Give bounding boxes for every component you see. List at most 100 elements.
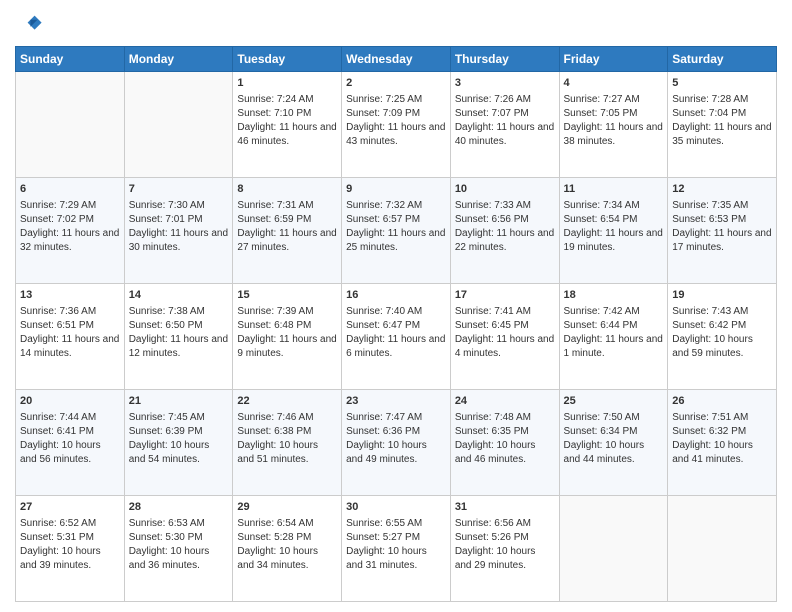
- daylight-text: Daylight: 11 hours and 30 minutes.: [129, 228, 228, 253]
- sunset-text: Sunset: 6:36 PM: [346, 426, 420, 437]
- daylight-text: Daylight: 10 hours and 56 minutes.: [20, 440, 101, 465]
- daylight-text: Daylight: 11 hours and 46 minutes.: [237, 122, 336, 147]
- sunrise-text: Sunrise: 7:46 AM: [237, 412, 313, 423]
- cell-text: Sunrise: 7:25 AM Sunset: 7:09 PM Dayligh…: [346, 93, 446, 149]
- cell-text: Sunrise: 7:41 AM Sunset: 6:45 PM Dayligh…: [455, 305, 555, 361]
- calendar-cell: 25 Sunrise: 7:50 AM Sunset: 6:34 PM Dayl…: [559, 390, 668, 496]
- day-number: 31: [455, 500, 555, 515]
- day-number: 18: [564, 288, 664, 303]
- calendar-cell: 6 Sunrise: 7:29 AM Sunset: 7:02 PM Dayli…: [16, 178, 125, 284]
- calendar-cell: 2 Sunrise: 7:25 AM Sunset: 7:09 PM Dayli…: [342, 72, 451, 178]
- calendar-cell: 29 Sunrise: 6:54 AM Sunset: 5:28 PM Dayl…: [233, 496, 342, 602]
- day-number: 16: [346, 288, 446, 303]
- calendar-cell: 24 Sunrise: 7:48 AM Sunset: 6:35 PM Dayl…: [450, 390, 559, 496]
- daylight-text: Daylight: 10 hours and 44 minutes.: [564, 440, 645, 465]
- calendar-cell: 17 Sunrise: 7:41 AM Sunset: 6:45 PM Dayl…: [450, 284, 559, 390]
- sunset-text: Sunset: 6:45 PM: [455, 320, 529, 331]
- daylight-text: Daylight: 10 hours and 46 minutes.: [455, 440, 536, 465]
- cell-text: Sunrise: 6:54 AM Sunset: 5:28 PM Dayligh…: [237, 517, 337, 573]
- sunset-text: Sunset: 5:30 PM: [129, 532, 203, 543]
- sunrise-text: Sunrise: 7:51 AM: [672, 412, 748, 423]
- daylight-text: Daylight: 11 hours and 17 minutes.: [672, 228, 771, 253]
- cell-text: Sunrise: 7:30 AM Sunset: 7:01 PM Dayligh…: [129, 199, 229, 255]
- cell-text: Sunrise: 7:34 AM Sunset: 6:54 PM Dayligh…: [564, 199, 664, 255]
- day-number: 26: [672, 394, 772, 409]
- sunrise-text: Sunrise: 7:30 AM: [129, 200, 205, 211]
- day-number: 9: [346, 182, 446, 197]
- day-number: 4: [564, 76, 664, 91]
- sunset-text: Sunset: 6:57 PM: [346, 214, 420, 225]
- day-number: 1: [237, 76, 337, 91]
- daylight-text: Daylight: 11 hours and 32 minutes.: [20, 228, 119, 253]
- sunrise-text: Sunrise: 7:27 AM: [564, 94, 640, 105]
- cell-text: Sunrise: 7:42 AM Sunset: 6:44 PM Dayligh…: [564, 305, 664, 361]
- cell-text: Sunrise: 7:26 AM Sunset: 7:07 PM Dayligh…: [455, 93, 555, 149]
- calendar-week-1: 1 Sunrise: 7:24 AM Sunset: 7:10 PM Dayli…: [16, 72, 777, 178]
- daylight-text: Daylight: 11 hours and 35 minutes.: [672, 122, 771, 147]
- sunrise-text: Sunrise: 6:55 AM: [346, 518, 422, 529]
- daylight-text: Daylight: 11 hours and 12 minutes.: [129, 334, 228, 359]
- calendar-cell: [668, 496, 777, 602]
- sunset-text: Sunset: 5:27 PM: [346, 532, 420, 543]
- calendar-cell: 22 Sunrise: 7:46 AM Sunset: 6:38 PM Dayl…: [233, 390, 342, 496]
- daylight-text: Daylight: 10 hours and 54 minutes.: [129, 440, 210, 465]
- calendar-cell: 19 Sunrise: 7:43 AM Sunset: 6:42 PM Dayl…: [668, 284, 777, 390]
- day-number: 24: [455, 394, 555, 409]
- cell-text: Sunrise: 7:48 AM Sunset: 6:35 PM Dayligh…: [455, 411, 555, 467]
- sunset-text: Sunset: 6:50 PM: [129, 320, 203, 331]
- day-number: 5: [672, 76, 772, 91]
- daylight-text: Daylight: 10 hours and 49 minutes.: [346, 440, 427, 465]
- sunrise-text: Sunrise: 6:56 AM: [455, 518, 531, 529]
- cell-text: Sunrise: 7:46 AM Sunset: 6:38 PM Dayligh…: [237, 411, 337, 467]
- sunset-text: Sunset: 6:32 PM: [672, 426, 746, 437]
- weekday-header-row: SundayMondayTuesdayWednesdayThursdayFrid…: [16, 47, 777, 72]
- cell-text: Sunrise: 7:47 AM Sunset: 6:36 PM Dayligh…: [346, 411, 446, 467]
- daylight-text: Daylight: 11 hours and 22 minutes.: [455, 228, 554, 253]
- cell-text: Sunrise: 7:51 AM Sunset: 6:32 PM Dayligh…: [672, 411, 772, 467]
- sunrise-text: Sunrise: 7:48 AM: [455, 412, 531, 423]
- weekday-header-friday: Friday: [559, 47, 668, 72]
- daylight-text: Daylight: 10 hours and 51 minutes.: [237, 440, 318, 465]
- sunset-text: Sunset: 7:10 PM: [237, 108, 311, 119]
- sunset-text: Sunset: 6:42 PM: [672, 320, 746, 331]
- sunrise-text: Sunrise: 7:50 AM: [564, 412, 640, 423]
- sunset-text: Sunset: 7:02 PM: [20, 214, 94, 225]
- daylight-text: Daylight: 11 hours and 1 minute.: [564, 334, 663, 359]
- calendar-week-3: 13 Sunrise: 7:36 AM Sunset: 6:51 PM Dayl…: [16, 284, 777, 390]
- page: SundayMondayTuesdayWednesdayThursdayFrid…: [0, 0, 792, 612]
- sunrise-text: Sunrise: 7:26 AM: [455, 94, 531, 105]
- cell-text: Sunrise: 7:24 AM Sunset: 7:10 PM Dayligh…: [237, 93, 337, 149]
- sunset-text: Sunset: 6:39 PM: [129, 426, 203, 437]
- day-number: 2: [346, 76, 446, 91]
- sunset-text: Sunset: 6:44 PM: [564, 320, 638, 331]
- calendar-cell: 18 Sunrise: 7:42 AM Sunset: 6:44 PM Dayl…: [559, 284, 668, 390]
- calendar-week-2: 6 Sunrise: 7:29 AM Sunset: 7:02 PM Dayli…: [16, 178, 777, 284]
- sunrise-text: Sunrise: 7:25 AM: [346, 94, 422, 105]
- day-number: 11: [564, 182, 664, 197]
- cell-text: Sunrise: 7:38 AM Sunset: 6:50 PM Dayligh…: [129, 305, 229, 361]
- daylight-text: Daylight: 10 hours and 59 minutes.: [672, 334, 753, 359]
- daylight-text: Daylight: 11 hours and 40 minutes.: [455, 122, 554, 147]
- weekday-header-wednesday: Wednesday: [342, 47, 451, 72]
- sunrise-text: Sunrise: 7:43 AM: [672, 306, 748, 317]
- weekday-header-saturday: Saturday: [668, 47, 777, 72]
- sunrise-text: Sunrise: 7:36 AM: [20, 306, 96, 317]
- sunrise-text: Sunrise: 6:53 AM: [129, 518, 205, 529]
- calendar-cell: 3 Sunrise: 7:26 AM Sunset: 7:07 PM Dayli…: [450, 72, 559, 178]
- calendar-cell: 28 Sunrise: 6:53 AM Sunset: 5:30 PM Dayl…: [124, 496, 233, 602]
- day-number: 30: [346, 500, 446, 515]
- cell-text: Sunrise: 7:43 AM Sunset: 6:42 PM Dayligh…: [672, 305, 772, 361]
- day-number: 27: [20, 500, 120, 515]
- day-number: 20: [20, 394, 120, 409]
- day-number: 23: [346, 394, 446, 409]
- sunrise-text: Sunrise: 7:29 AM: [20, 200, 96, 211]
- sunset-text: Sunset: 7:05 PM: [564, 108, 638, 119]
- logo: [15, 10, 47, 38]
- sunset-text: Sunset: 6:53 PM: [672, 214, 746, 225]
- day-number: 6: [20, 182, 120, 197]
- sunrise-text: Sunrise: 7:24 AM: [237, 94, 313, 105]
- daylight-text: Daylight: 10 hours and 29 minutes.: [455, 546, 536, 571]
- sunset-text: Sunset: 7:09 PM: [346, 108, 420, 119]
- weekday-header-monday: Monday: [124, 47, 233, 72]
- weekday-header-thursday: Thursday: [450, 47, 559, 72]
